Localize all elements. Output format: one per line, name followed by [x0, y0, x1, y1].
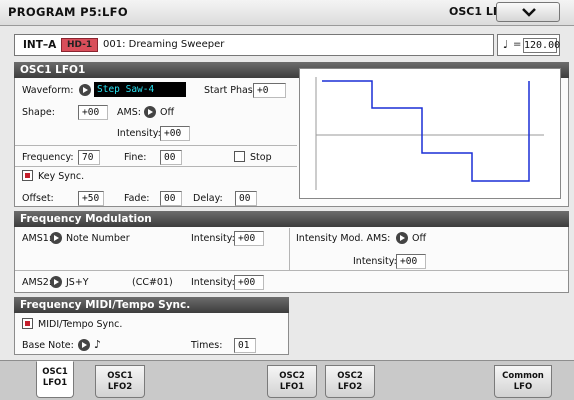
- ams-popup-icon[interactable]: [144, 106, 156, 118]
- waveform-field[interactable]: Step Saw-4: [94, 82, 186, 97]
- offset-field[interactable]: +50: [78, 191, 104, 206]
- ams-value[interactable]: Off: [160, 107, 174, 118]
- frequency-label: Frequency:: [22, 152, 74, 163]
- waveform-graph: [315, 77, 544, 190]
- int-mod-ams-value[interactable]: Off: [412, 233, 426, 244]
- ams1-value[interactable]: Note Number: [66, 233, 130, 244]
- fine-label: Fine:: [124, 152, 147, 163]
- waveform-popup-icon[interactable]: [79, 84, 91, 96]
- tab-osc2-lfo1[interactable]: OSC2 LFO1: [267, 365, 317, 398]
- fine-field[interactable]: 00: [160, 150, 182, 165]
- ams1-intensity-field[interactable]: +00: [234, 231, 264, 246]
- tab-line2: LFO1: [279, 382, 305, 392]
- divider: [15, 145, 297, 146]
- key-sync-checkbox[interactable]: [22, 170, 33, 181]
- program-select[interactable]: INT–A HD-1 001: Dreaming Sweeper: [14, 34, 494, 56]
- base-note-label: Base Note:: [22, 340, 74, 351]
- int-mod-intensity-label: Intensity:: [353, 256, 397, 267]
- waveform-line: [322, 80, 530, 182]
- program-name: 001: Dreaming Sweeper: [103, 39, 225, 50]
- quarter-note-icon: ♩: [503, 38, 509, 51]
- eighth-note-icon[interactable]: ♪: [94, 338, 101, 351]
- ams-label: AMS:: [117, 107, 141, 118]
- ams2-intensity-label: Intensity:: [191, 277, 235, 288]
- tab-osc1-lfo2[interactable]: OSC1 LFO2: [95, 365, 145, 398]
- tab-line1: OSC1: [107, 371, 133, 381]
- int-mod-ams-label: Intensity Mod. AMS:: [296, 233, 391, 244]
- stop-label: Stop: [250, 152, 272, 163]
- page-header: PROGRAM P5:LFO OSC1 LFO1: [0, 0, 574, 26]
- delay-label: Delay:: [193, 193, 223, 204]
- frequency-field[interactable]: 70: [78, 150, 100, 165]
- ams1-intensity-label: Intensity:: [191, 233, 235, 244]
- page-menu-button[interactable]: [496, 2, 560, 22]
- tab-line1: OSC1: [42, 367, 68, 377]
- freq-mod-title: Frequency Modulation: [14, 211, 569, 227]
- divider: [289, 228, 290, 270]
- base-note-popup-icon[interactable]: [78, 339, 90, 351]
- waveform-label: Waveform:: [22, 85, 74, 96]
- midi-tempo-title: Frequency MIDI/Tempo Sync.: [14, 297, 289, 313]
- int-mod-intensity-field[interactable]: +00: [396, 254, 426, 269]
- tab-bar: OSC1 LFO1 OSC1 LFO2 OSC2 LFO1 OSC2 LFO2 …: [0, 360, 574, 400]
- offset-label: Offset:: [22, 193, 54, 204]
- page-title: PROGRAM P5:LFO: [8, 5, 128, 19]
- fade-label: Fade:: [124, 193, 150, 204]
- tab-line1: OSC2: [337, 371, 363, 381]
- shape-label: Shape:: [22, 107, 55, 118]
- tab-common-lfo[interactable]: Common LFO: [494, 365, 552, 398]
- midi-tempo-sync-checkbox[interactable]: [22, 318, 33, 329]
- program-bank: INT–A: [23, 39, 57, 51]
- key-sync-label: Key Sync.: [38, 171, 85, 182]
- shape-field[interactable]: +00: [78, 105, 108, 120]
- midi-tempo-sync-label: MIDI/Tempo Sync.: [38, 319, 123, 330]
- times-field[interactable]: 01: [234, 338, 256, 353]
- waveform-display: [299, 68, 561, 199]
- int-mod-ams-popup-icon[interactable]: [396, 232, 408, 244]
- intensity-label: Intensity:: [117, 128, 161, 139]
- ams1-label: AMS1:: [22, 233, 52, 244]
- tab-osc1-lfo1[interactable]: OSC1 LFO1: [36, 361, 74, 398]
- tempo-control: ♩ = 120.00: [497, 34, 560, 56]
- tab-osc2-lfo2[interactable]: OSC2 LFO2: [325, 365, 375, 398]
- divider: [15, 166, 297, 167]
- times-label: Times:: [191, 340, 223, 351]
- tempo-equals: =: [513, 39, 522, 50]
- tempo-field[interactable]: 120.00: [523, 38, 560, 53]
- ams2-label: AMS2:: [22, 277, 52, 288]
- tab-line1: Common: [502, 371, 544, 381]
- intensity-field[interactable]: +00: [160, 126, 190, 141]
- chevron-down-icon: [522, 8, 536, 17]
- start-phase-field[interactable]: +0: [253, 83, 286, 98]
- fade-field[interactable]: 00: [160, 191, 182, 206]
- hd-badge: HD-1: [61, 38, 99, 52]
- stop-checkbox[interactable]: [234, 151, 245, 162]
- tab-line1: OSC2: [279, 371, 305, 381]
- delay-field[interactable]: 00: [235, 191, 257, 206]
- ams1-popup-icon[interactable]: [50, 232, 62, 244]
- ams2-intensity-field[interactable]: +00: [234, 275, 264, 290]
- ams2-popup-icon[interactable]: [50, 276, 62, 288]
- divider: [15, 270, 568, 271]
- tab-line2: LFO2: [107, 382, 133, 392]
- tab-line2: LFO: [513, 382, 533, 392]
- tab-line2: LFO2: [337, 382, 363, 392]
- ams2-cc-label: (CC#01): [132, 277, 173, 288]
- ams2-value[interactable]: JS+Y: [66, 277, 89, 288]
- tab-line2: LFO1: [42, 378, 68, 388]
